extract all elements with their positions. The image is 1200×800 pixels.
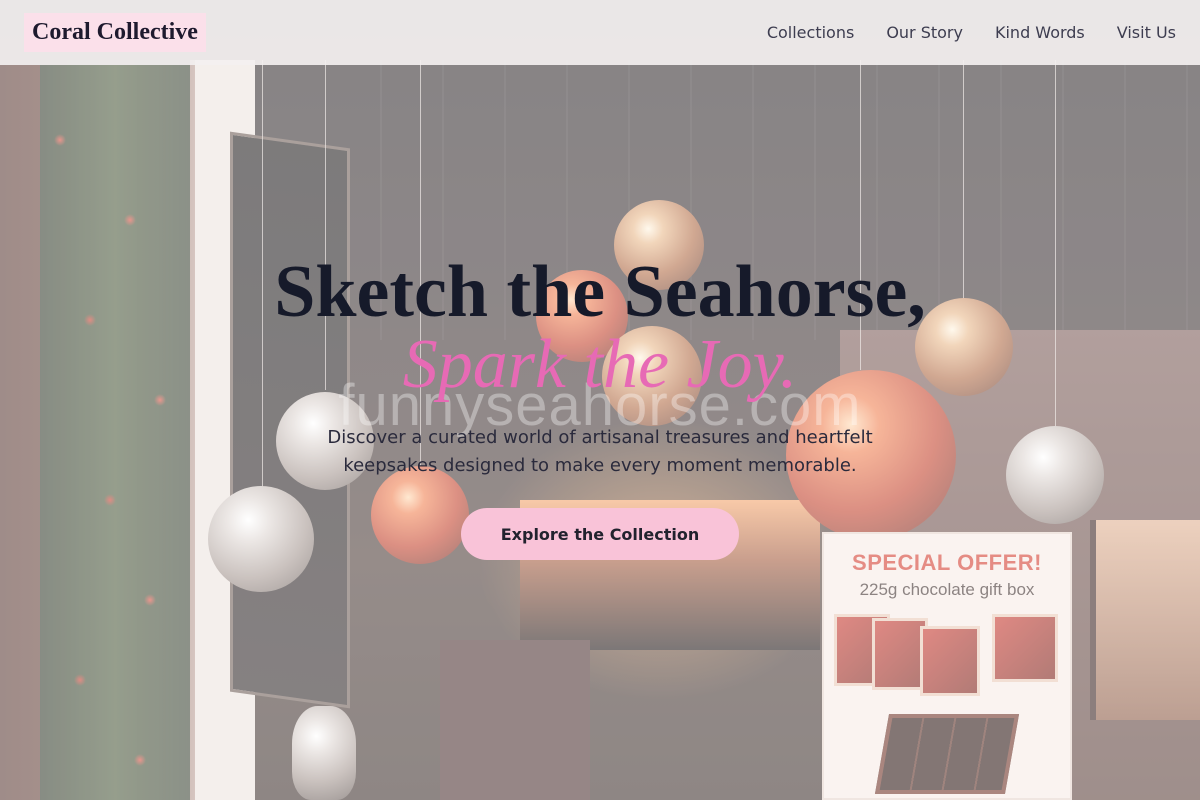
nav-link-visit-us[interactable]: Visit Us xyxy=(1117,23,1176,42)
site-header: Coral Collective Collections Our Story K… xyxy=(0,0,1200,65)
nav-link-our-story[interactable]: Our Story xyxy=(886,23,963,42)
nav-link-kind-words[interactable]: Kind Words xyxy=(995,23,1085,42)
hero-title-line1: Sketch the Seahorse, xyxy=(274,251,926,333)
nav-link-collections[interactable]: Collections xyxy=(767,23,854,42)
brand-logo[interactable]: Coral Collective xyxy=(24,13,206,52)
explore-collection-button[interactable]: Explore the Collection xyxy=(460,508,740,560)
hero-section: Sketch the Seahorse, Spark the Joy. Disc… xyxy=(0,250,1200,560)
hero-title-line2: Spark the Joy. xyxy=(402,326,798,403)
hero-description: Discover a curated world of artisanal tr… xyxy=(327,427,873,476)
main-nav: Collections Our Story Kind Words Visit U… xyxy=(767,23,1176,42)
